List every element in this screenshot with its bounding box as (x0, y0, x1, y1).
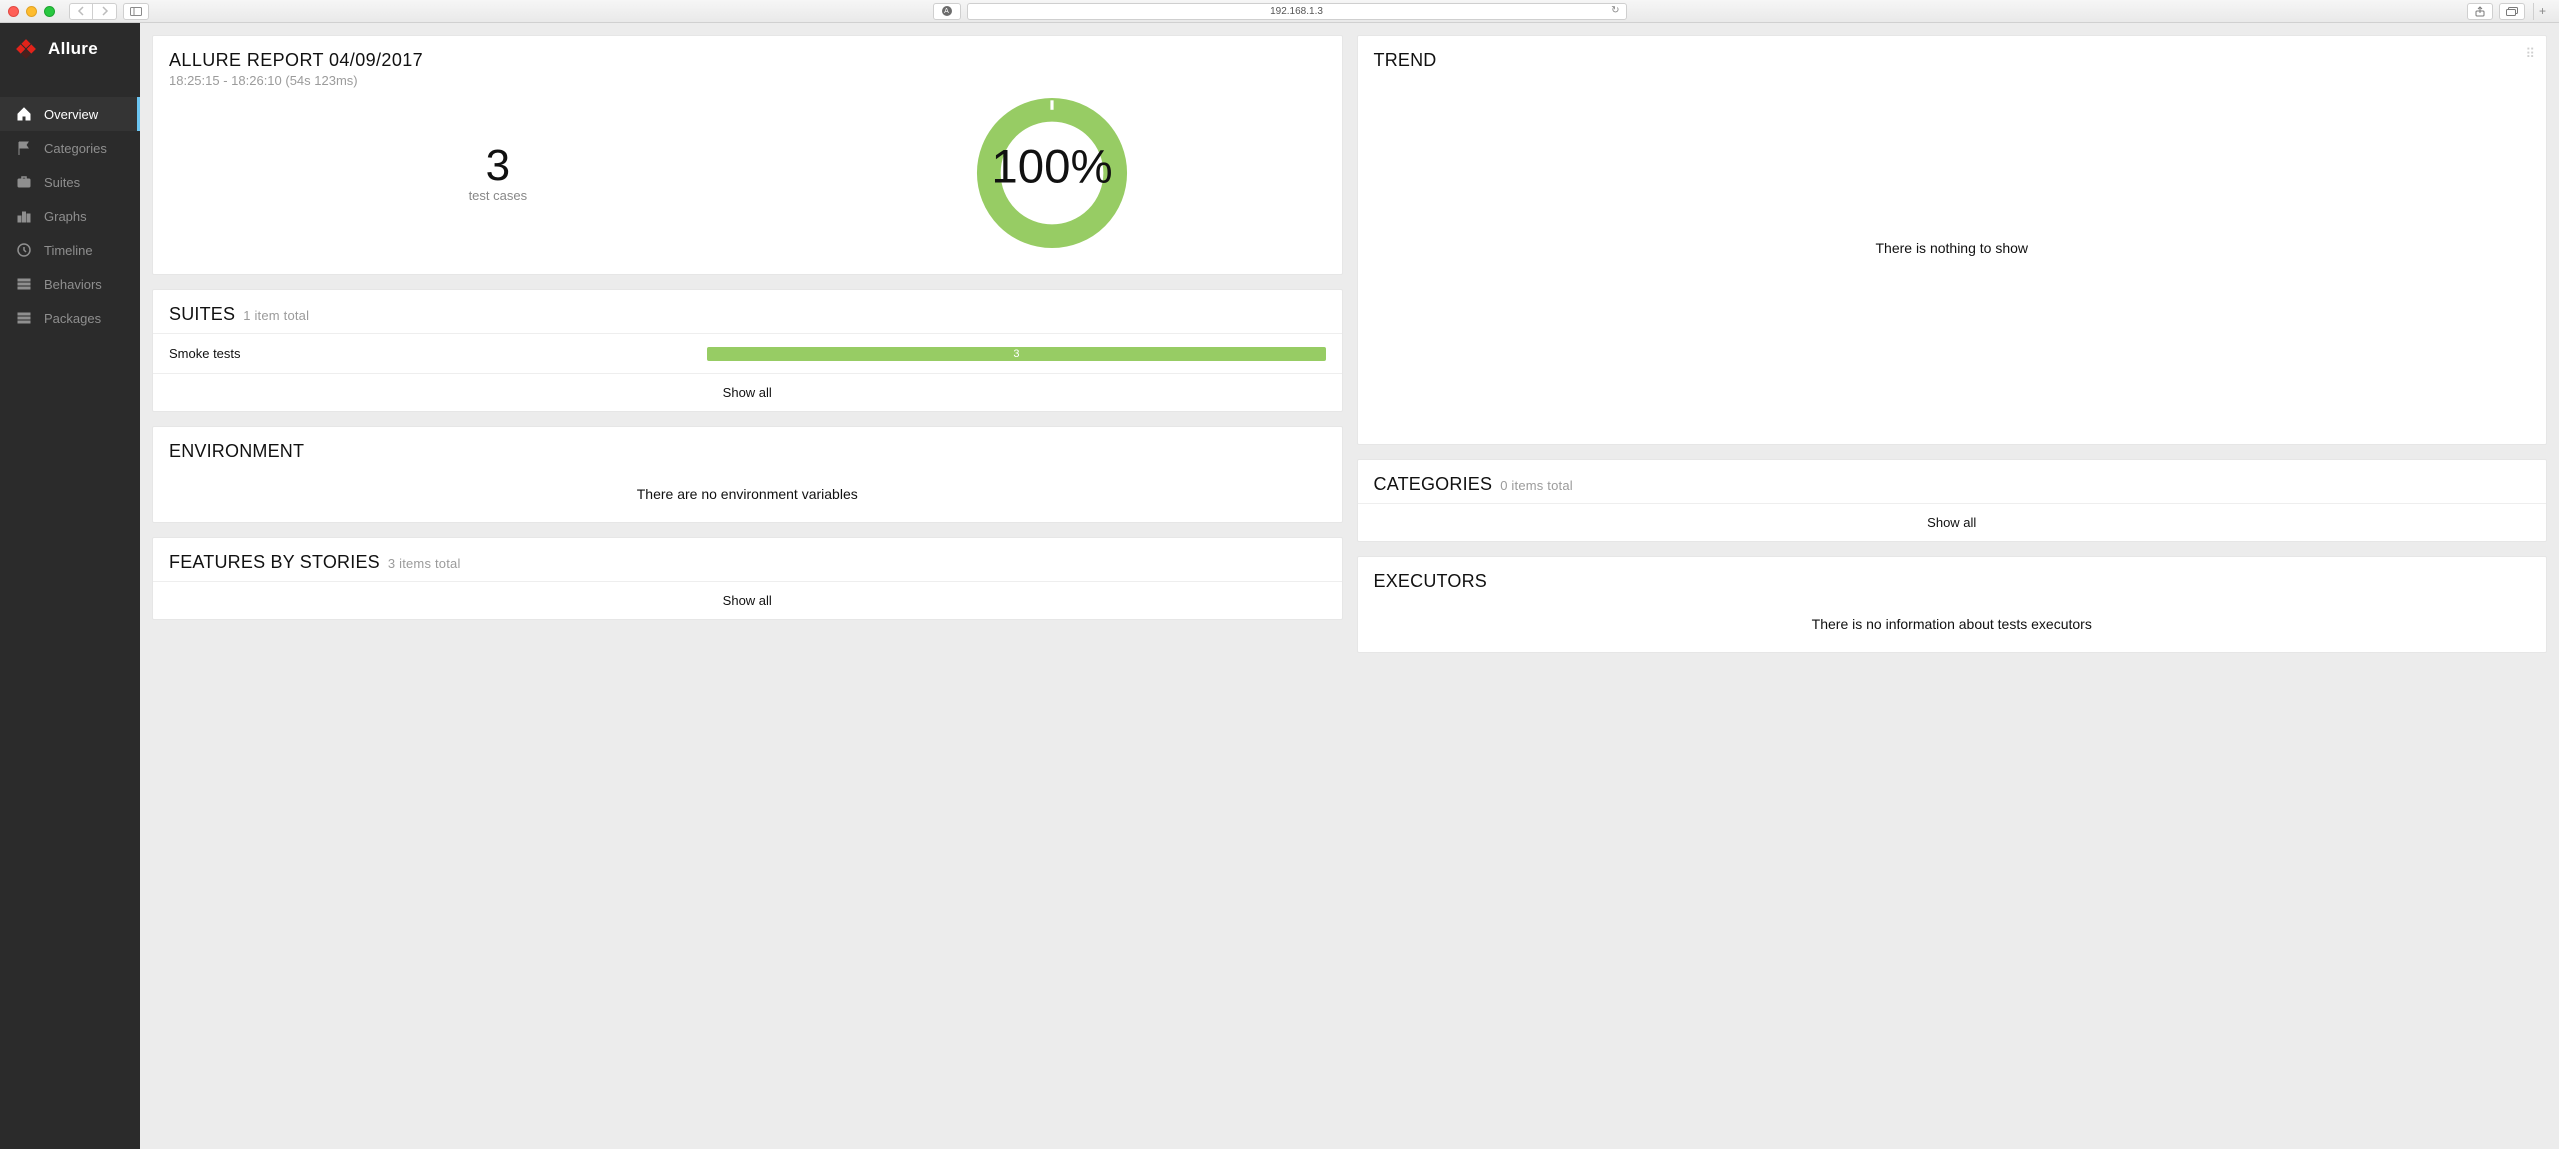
categories-title: CATEGORIES (1374, 474, 1493, 495)
suite-bar: 3 (707, 347, 1325, 361)
browser-sidebar-button[interactable] (123, 3, 149, 20)
categories-subtext: 0 items total (1500, 478, 1573, 493)
features-title: FEATURES BY STORIES (169, 552, 380, 573)
window-minimize-button[interactable] (26, 6, 37, 17)
browser-nav-buttons (69, 3, 117, 20)
allure-logo-icon (14, 37, 38, 61)
flag-icon (16, 140, 32, 156)
window-traffic-lights (8, 6, 55, 17)
browser-url-bar[interactable]: 192.168.1.3 ↻ (967, 3, 1627, 20)
list-icon (16, 276, 32, 292)
suite-bar-label: 3 (1013, 348, 1019, 360)
brand[interactable]: Allure (0, 23, 140, 75)
widget-features: FEATURES BY STORIES 3 items total Show a… (152, 537, 1343, 620)
sidebar: Allure Overview Categories Suites (0, 23, 140, 1149)
suites-subtext: 1 item total (243, 308, 309, 323)
brand-name: Allure (48, 39, 98, 59)
suites-show-all-link[interactable]: Show all (153, 373, 1342, 411)
trend-message: There is nothing to show (1358, 240, 2547, 256)
categories-show-all-link[interactable]: Show all (1358, 503, 2547, 541)
widget-executors: EXECUTORS There is no information about … (1357, 556, 2548, 653)
sidebar-item-label: Timeline (44, 243, 93, 258)
sidebar-item-categories[interactable]: Categories (0, 131, 140, 165)
summary-title: ALLURE REPORT 04/09/2017 (169, 50, 1326, 71)
browser-reader-button[interactable]: A (933, 3, 961, 20)
widget-suites: SUITES 1 item total Smoke tests 3 Show a… (152, 289, 1343, 412)
nav: Overview Categories Suites Graphs (0, 97, 140, 335)
summary-count: 3 (193, 144, 803, 188)
sidebar-item-suites[interactable]: Suites (0, 165, 140, 199)
sidebar-item-overview[interactable]: Overview (0, 97, 140, 131)
sidebar-item-packages[interactable]: Packages (0, 301, 140, 335)
browser-chrome: A 192.168.1.3 ↻ + (0, 0, 2559, 23)
bar-chart-icon (16, 208, 32, 224)
suite-row[interactable]: Smoke tests 3 (153, 333, 1342, 373)
sidebar-item-label: Graphs (44, 209, 87, 224)
reload-icon[interactable]: ↻ (1611, 5, 1619, 16)
widget-trend: ⠿ TREND There is nothing to show (1357, 35, 2548, 445)
browser-url-text: 192.168.1.3 (1270, 6, 1323, 17)
features-subtext: 3 items total (388, 556, 461, 571)
widget-environment: ENVIRONMENT There are no environment var… (152, 426, 1343, 523)
drag-handle-icon[interactable]: ⠿ (2525, 46, 2536, 62)
widget-summary: ALLURE REPORT 04/09/2017 18:25:15 - 18:2… (152, 35, 1343, 275)
environment-message: There are no environment variables (169, 470, 1326, 508)
browser-share-button[interactable] (2467, 3, 2493, 20)
donut-percent-label: 100% (991, 140, 1112, 193)
summary-count-label: test cases (193, 188, 803, 203)
summary-donut-chart: 100% (803, 94, 1302, 252)
right-column: ⠿ TREND There is nothing to show CATEGOR… (1357, 35, 2548, 1137)
clock-icon (16, 242, 32, 258)
browser-url-group: A 192.168.1.3 ↻ (933, 3, 1627, 20)
browser-new-tab-button[interactable]: + (2533, 3, 2551, 20)
left-column: ALLURE REPORT 04/09/2017 18:25:15 - 18:2… (152, 35, 1343, 1137)
browser-right-tools: + (2467, 3, 2551, 20)
sidebar-item-label: Behaviors (44, 277, 102, 292)
trend-title: TREND (1374, 50, 1437, 71)
sidebar-item-graphs[interactable]: Graphs (0, 199, 140, 233)
sidebar-item-behaviors[interactable]: Behaviors (0, 267, 140, 301)
browser-back-button[interactable] (69, 3, 93, 20)
home-icon (16, 106, 32, 122)
sidebar-item-label: Categories (44, 141, 107, 156)
sidebar-item-label: Packages (44, 311, 101, 326)
sidebar-item-label: Suites (44, 175, 80, 190)
briefcase-icon (16, 174, 32, 190)
browser-forward-button[interactable] (93, 3, 117, 20)
content: ALLURE REPORT 04/09/2017 18:25:15 - 18:2… (140, 23, 2559, 1149)
browser-tabs-button[interactable] (2499, 3, 2525, 20)
summary-subtitle: 18:25:15 - 18:26:10 (54s 123ms) (169, 73, 1326, 88)
layers-icon (16, 310, 32, 326)
executors-title: EXECUTORS (1374, 571, 1488, 592)
sidebar-item-timeline[interactable]: Timeline (0, 233, 140, 267)
suites-title: SUITES (169, 304, 235, 325)
summary-stats: 3 test cases (193, 144, 803, 203)
suite-name: Smoke tests (169, 346, 689, 361)
window-close-button[interactable] (8, 6, 19, 17)
sidebar-item-label: Overview (44, 107, 98, 122)
app-root: Allure Overview Categories Suites (0, 23, 2559, 1149)
executors-message: There is no information about tests exec… (1374, 600, 2531, 638)
features-show-all-link[interactable]: Show all (153, 581, 1342, 619)
environment-title: ENVIRONMENT (169, 441, 304, 462)
widget-categories: CATEGORIES 0 items total Show all (1357, 459, 2548, 542)
window-zoom-button[interactable] (44, 6, 55, 17)
